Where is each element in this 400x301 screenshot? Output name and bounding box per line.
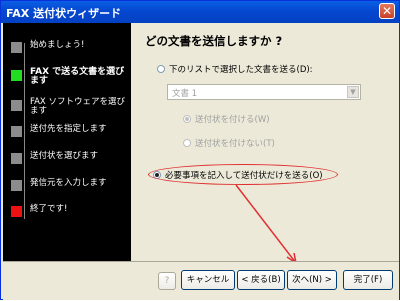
steps-connector-line	[24, 43, 25, 219]
step-label: 送付状を選びます	[30, 151, 99, 161]
radio-label: 送付状を付けない(T)	[195, 139, 275, 149]
radio-button[interactable]	[183, 115, 191, 123]
radio-button[interactable]	[157, 65, 165, 73]
step-marker-icon	[11, 42, 22, 53]
next-button[interactable]: 次へ(N) >	[287, 270, 337, 290]
wizard-window: FAX 送付状ウィザード ✕ 始めましょう! FAX で送る文書を選びます FA…	[0, 0, 400, 300]
chevron-down-icon[interactable]: ▼	[347, 86, 359, 98]
wizard-content: どの文書を送信しますか ? 下のリストで選択した文書を送る(D): 文書 1 ▼…	[131, 23, 399, 261]
step-label: 終了です!	[30, 204, 68, 214]
radio-send-listed-document[interactable]: 下のリストで選択した文書を送る(D):	[157, 63, 313, 75]
step-marker-icon	[11, 126, 22, 137]
title-bar: FAX 送付状ウィザード ✕	[1, 1, 399, 23]
step-marker-icon	[11, 180, 22, 191]
radio-label: 送付状を付ける(W)	[195, 115, 270, 125]
wizard-steps-sidebar: 始めましょう! FAX で送る文書を選びます FAX ソフトウェアを選びます 送…	[3, 23, 131, 261]
step-marker-icon	[11, 206, 22, 217]
document-select-value: 文書 1	[172, 89, 198, 99]
button-bar: ? キャンセル < 戻る(B) 次へ(N) > 完了(F)	[3, 261, 399, 300]
finish-button[interactable]: 完了(F)	[343, 270, 393, 290]
annotation-ellipse	[148, 164, 338, 185]
help-icon[interactable]: ?	[158, 272, 176, 290]
step-marker-icon	[11, 70, 22, 81]
radio-label: 下のリストで選択した文書を送る(D):	[169, 65, 313, 75]
radio-with-cover-sheet[interactable]: 送付状を付ける(W)	[183, 113, 270, 125]
step-marker-icon	[11, 153, 22, 164]
back-button[interactable]: < 戻る(B)	[237, 270, 285, 290]
close-button[interactable]: ✕	[379, 3, 395, 19]
step-label: 始めましょう!	[30, 40, 85, 50]
document-select[interactable]: 文書 1 ▼	[167, 84, 361, 100]
step-label: FAX ソフトウェアを選びます	[30, 97, 125, 116]
page-title: どの文書を送信しますか ?	[145, 34, 283, 48]
step-label: 送付先を指定します	[30, 124, 107, 134]
radio-without-cover-sheet[interactable]: 送付状を付けない(T)	[183, 137, 275, 149]
step-label: 発信元を入力します	[30, 178, 107, 188]
step-marker-icon	[11, 100, 22, 111]
cancel-button[interactable]: キャンセル	[181, 270, 235, 290]
window-title: FAX 送付状ウィザード	[6, 7, 122, 20]
step-label: FAX で送る文書を選びます	[30, 67, 125, 86]
radio-button[interactable]	[183, 139, 191, 147]
